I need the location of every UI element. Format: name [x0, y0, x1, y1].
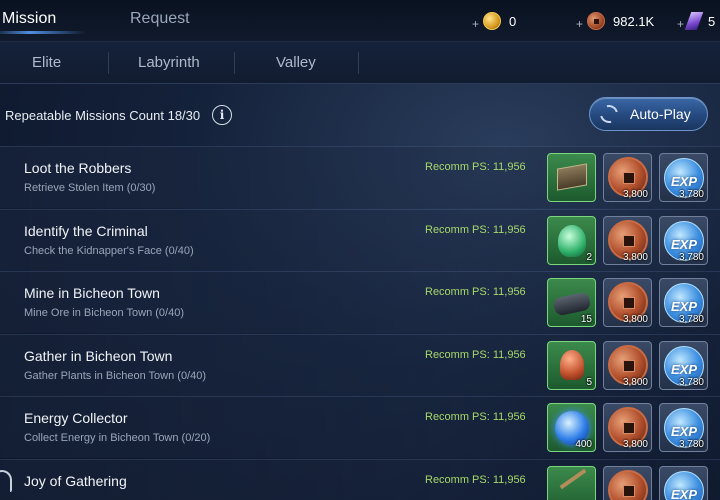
mission-row[interactable]: Identify the Criminal Check the Kidnapper…: [0, 208, 720, 271]
branch-icon: [559, 468, 587, 489]
copper-coin-icon: [608, 469, 648, 500]
reward-coin-slot[interactable]: [603, 465, 652, 500]
recommended-power: Recomm PS: 11,956: [425, 286, 526, 298]
reward-exp-slot[interactable]: EXP 3,780: [659, 215, 708, 265]
exp-quantity: 3,780: [678, 376, 704, 388]
mission-title: Mine in Bicheon Town: [24, 285, 160, 301]
tab-request[interactable]: Request: [130, 10, 190, 28]
subtab-labyrinth[interactable]: Labyrinth: [138, 54, 200, 71]
mission-row[interactable]: Mine in Bicheon Town Mine Ore in Bicheon …: [0, 271, 720, 333]
creature-icon: [558, 224, 586, 257]
reward-coin-slot[interactable]: 3,800: [603, 340, 652, 390]
sub-tab-bar: Elite Labyrinth Valley: [0, 42, 720, 84]
exp-label: EXP: [671, 299, 698, 314]
mission-row[interactable]: Energy Collector Collect Energy in Bicheo…: [0, 396, 720, 458]
reward-coin-slot[interactable]: 3,800: [603, 215, 652, 265]
divider: [358, 52, 359, 74]
exp-label: EXP: [671, 236, 698, 252]
plus-icon: +: [677, 17, 685, 31]
mission-title: Energy Collector: [24, 410, 128, 426]
mission-row[interactable]: Gather in Bicheon Town Gather Plants in B…: [0, 333, 720, 396]
coin-quantity: 3,800: [622, 251, 648, 263]
auto-play-label: Auto-Play: [630, 106, 691, 122]
mission-objective: Check the Kidnapper's Face (0/40): [24, 244, 194, 257]
recommended-power: Recomm PS: 11,956: [425, 473, 526, 486]
top-bar: Mission Request + 0 + 982.1K + 5: [0, 0, 720, 42]
exp-orb-icon: EXP: [664, 470, 704, 500]
plus-icon: +: [576, 17, 584, 31]
item-quantity: 5: [586, 376, 592, 388]
item-quantity: 400: [575, 439, 592, 450]
exp-quantity: 3,780: [678, 189, 704, 200]
subtab-valley[interactable]: Valley: [276, 54, 316, 71]
coin-quantity: 3,800: [622, 376, 648, 388]
mission-title: Loot the Robbers: [24, 160, 132, 176]
crystal-value: 5: [708, 13, 716, 29]
reward-item-slot[interactable]: 400: [547, 403, 596, 452]
coin-quantity: 3,800: [622, 439, 648, 450]
copper-coin-icon: [587, 12, 606, 30]
repeatable-missions-count: Repeatable Missions Count 18/30: [5, 108, 201, 123]
reward-coin-slot[interactable]: 3,800: [603, 278, 652, 327]
exp-label: EXP: [671, 174, 698, 189]
recommended-power: Recomm PS: 11,956: [425, 223, 526, 236]
reward-exp-slot[interactable]: EXP: [659, 465, 708, 500]
crystal-currency[interactable]: + 5: [677, 11, 715, 31]
plant-icon: [560, 349, 584, 380]
subtab-elite[interactable]: Elite: [32, 54, 61, 71]
reward-item-slot[interactable]: 2: [547, 215, 596, 265]
mission-title: Identify the Criminal: [24, 222, 148, 239]
item-quantity: 15: [580, 314, 592, 325]
reward-exp-slot[interactable]: EXP 3,780: [659, 340, 708, 390]
mission-objective: Mine Ore in Bicheon Town (0/40): [24, 307, 184, 319]
mission-row[interactable]: Loot the Robbers Retrieve Stolen Item (0/…: [0, 146, 720, 208]
exp-label: EXP: [671, 424, 698, 439]
reward-coin-slot[interactable]: 3,800: [603, 153, 652, 202]
mission-objective: Collect Energy in Bicheon Town (0/20): [24, 432, 211, 444]
mission-title: Gather in Bicheon Town: [24, 347, 173, 364]
exp-label: EXP: [671, 486, 698, 500]
recommended-power: Recomm PS: 11,956: [425, 348, 526, 361]
reward-item-slot[interactable]: 15: [547, 278, 596, 327]
gold-currency[interactable]: + 0: [472, 11, 516, 31]
item-quantity: 2: [586, 251, 592, 263]
plus-icon: +: [472, 17, 480, 31]
reward-exp-slot[interactable]: EXP 3,780: [659, 153, 708, 202]
info-icon[interactable]: i: [212, 105, 232, 125]
reward-item-slot[interactable]: [547, 465, 596, 500]
reward-exp-slot[interactable]: EXP 3,780: [659, 278, 708, 327]
divider: [108, 52, 109, 74]
reward-exp-slot[interactable]: EXP 3,780: [659, 403, 708, 452]
copper-value: 982.1K: [613, 13, 655, 29]
chest-icon: [557, 163, 587, 191]
reward-item-slot[interactable]: 5: [547, 340, 596, 390]
auto-play-button[interactable]: Auto-Play: [589, 97, 708, 131]
exp-quantity: 3,780: [678, 251, 704, 263]
coin-quantity: 3,800: [622, 189, 648, 200]
ore-icon: [552, 291, 592, 317]
copper-currency[interactable]: + 982.1K: [576, 11, 654, 31]
refresh-icon: [596, 101, 622, 127]
recommended-power: Recomm PS: 11,956: [425, 161, 526, 173]
divider: [234, 52, 235, 74]
gold-coin-icon: [483, 12, 502, 30]
crystal-icon: [684, 12, 704, 30]
mission-title: Joy of Gathering: [24, 472, 127, 489]
exp-quantity: 3,780: [678, 439, 704, 450]
tab-mission[interactable]: Mission: [0, 10, 87, 34]
reward-item-slot[interactable]: [547, 153, 596, 202]
mission-row[interactable]: Joy of Gathering Recomm PS: 11,956 EXP: [0, 458, 720, 500]
coin-quantity: 3,800: [622, 314, 648, 325]
mission-objective: Gather Plants in Bicheon Town (0/40): [24, 369, 207, 382]
gold-value: 0: [509, 13, 517, 29]
reward-coin-slot[interactable]: 3,800: [603, 403, 652, 452]
bell-icon: [0, 469, 12, 492]
mission-objective: Retrieve Stolen Item (0/30): [24, 182, 156, 194]
exp-label: EXP: [671, 361, 698, 377]
exp-quantity: 3,780: [678, 314, 704, 325]
recommended-power: Recomm PS: 11,956: [425, 411, 526, 423]
